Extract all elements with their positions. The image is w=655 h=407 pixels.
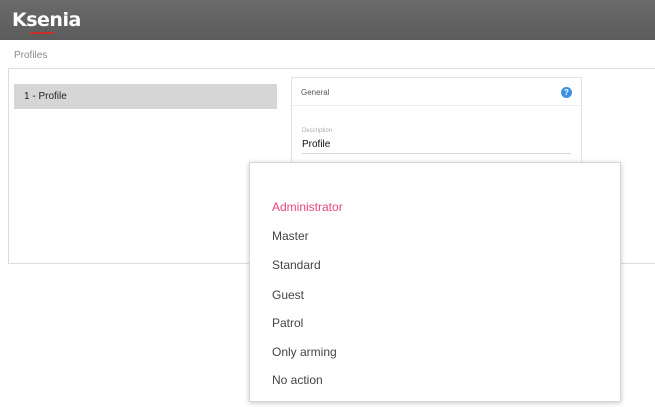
profile-detail-card: General ? Description Profile [291, 77, 582, 167]
ksenia-logo[interactable]: Ksenia [12, 9, 81, 31]
description-underline [302, 153, 571, 154]
top-bar: Ksenia [0, 0, 655, 40]
logo-main: enia [37, 9, 81, 31]
option-guest[interactable]: Guest [272, 288, 304, 302]
option-standard[interactable]: Standard [272, 258, 321, 272]
profile-type-dropdown[interactable]: Administrator Master Standard Guest Patr… [249, 162, 621, 402]
option-only-arming[interactable]: Only arming [272, 345, 337, 359]
general-section-label: General [301, 88, 330, 97]
logo-underline [30, 32, 54, 34]
general-section-header[interactable]: General ? [292, 78, 581, 106]
logo-prefix: Ks [12, 9, 38, 31]
option-administrator[interactable]: Administrator [272, 200, 343, 214]
option-no-action[interactable]: No action [272, 373, 323, 387]
option-master[interactable]: Master [272, 229, 309, 243]
help-icon[interactable]: ? [561, 87, 572, 98]
description-field[interactable]: Profile [302, 139, 330, 150]
description-label: Description [302, 128, 333, 134]
breadcrumb: Profiles [14, 50, 48, 61]
profile-list-item[interactable]: 1 - Profile [14, 84, 277, 109]
option-patrol[interactable]: Patrol [272, 316, 303, 330]
